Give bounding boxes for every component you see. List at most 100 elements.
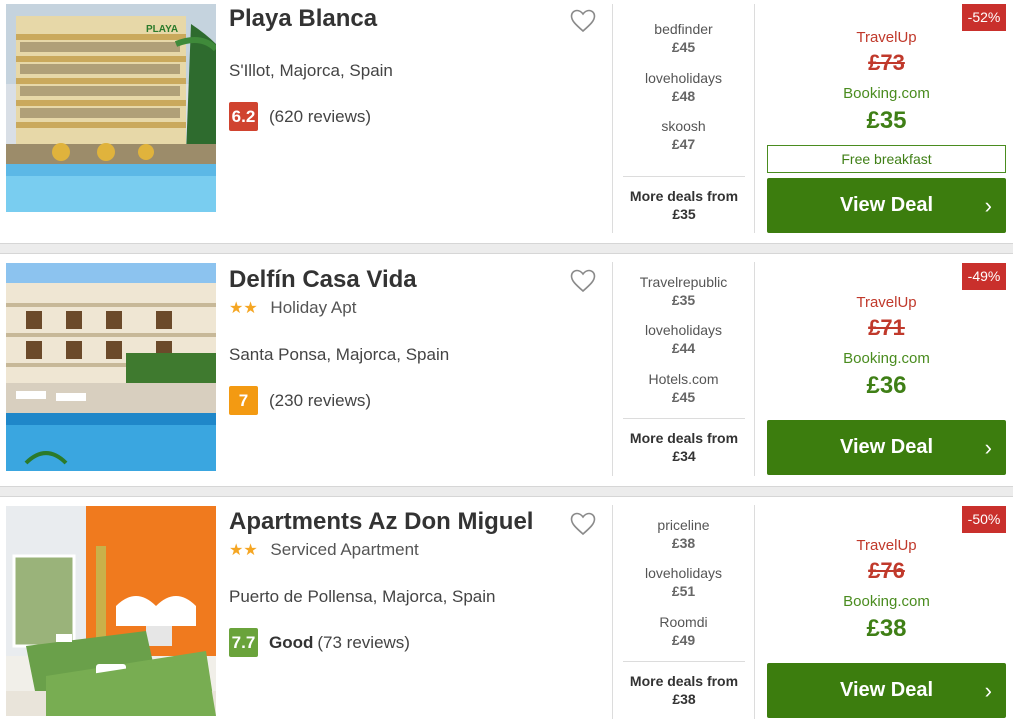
heart-outline-icon[interactable]	[570, 269, 596, 293]
svg-text:PLAYA: PLAYA	[146, 24, 178, 35]
review-count[interactable]: (73 reviews)	[317, 633, 410, 653]
best-price-panel: -49% TravelUp £71 Booking.com £36 View D…	[767, 254, 1006, 484]
deal-price: £51	[671, 583, 696, 599]
discount-badge: -52%	[962, 4, 1006, 31]
hotel-class-row: ★★ Serviced Apartment	[229, 538, 599, 563]
card-separator	[0, 486, 1013, 497]
property-type: Serviced Apartment	[270, 540, 419, 559]
more-deals-price: £35	[672, 206, 696, 222]
more-deals-link[interactable]: More deals from £34	[623, 418, 745, 465]
hotel-card-playa-blanca: PLAYA Playa Blanca S'Illot, Majorca, Spa…	[0, 0, 1013, 243]
more-deals-link[interactable]: More deals from £38	[623, 661, 745, 708]
hotel-name[interactable]: Apartments Az Don Miguel	[229, 508, 599, 536]
deal-price: £44	[671, 340, 696, 356]
was-price: £73	[868, 50, 905, 75]
deal-item[interactable]: Hotels.com £45	[613, 370, 754, 406]
deal-site: bedfinder	[654, 21, 713, 37]
deal-site: Hotels.com	[648, 371, 719, 387]
more-deals-label: More deals from	[629, 188, 739, 204]
was-price-site: TravelUp	[856, 29, 917, 46]
chevron-right-icon: ›	[984, 193, 992, 218]
deal-price: £49	[671, 632, 696, 648]
view-deal-button[interactable]: View Deal ›	[767, 663, 1006, 718]
chevron-right-icon: ›	[984, 435, 992, 460]
was-price-site: TravelUp	[856, 294, 917, 311]
review-score-badge: 7.7	[229, 628, 258, 657]
other-deals-list: bedfinder £45 loveholidays £48 skoosh £4…	[612, 4, 755, 233]
heart-outline-icon[interactable]	[570, 9, 596, 33]
more-deals-label: More deals from	[629, 673, 739, 689]
best-price: £38	[866, 615, 907, 642]
hotel-card-delfin-casa-vida: Delfín Casa Vida ★★ Holiday Apt Santa Po…	[0, 254, 1013, 486]
star-icon: ★★	[229, 300, 258, 317]
discount-badge: -50%	[962, 506, 1006, 533]
was-price: £76	[868, 558, 905, 583]
deal-price: £47	[671, 136, 696, 152]
view-deal-label: View Deal	[839, 679, 934, 701]
heart-outline-icon[interactable]	[570, 512, 596, 536]
review-score-badge: 6.2	[229, 102, 258, 131]
deal-site: loveholidays	[644, 565, 723, 581]
view-deal-button[interactable]: View Deal ›	[767, 420, 1006, 475]
hotel-location: Puerto de Pollensa, Majorca, Spain	[229, 587, 496, 606]
rating-row: 6.2 (620 reviews)	[229, 102, 371, 131]
deal-site: loveholidays	[644, 322, 723, 338]
deal-item[interactable]: loveholidays £44	[613, 321, 754, 357]
hotel-name[interactable]: Delfín Casa Vida	[229, 266, 599, 294]
hotel-name[interactable]: Playa Blanca	[229, 5, 599, 33]
hotel-class-row: ★★ Holiday Apt	[229, 296, 599, 321]
review-count[interactable]: (620 reviews)	[269, 107, 371, 127]
view-deal-label: View Deal	[839, 436, 934, 458]
card-separator	[0, 243, 1013, 254]
deal-price: £48	[671, 88, 696, 104]
was-price-site: TravelUp	[856, 537, 917, 554]
deal-price: £35	[671, 292, 696, 308]
other-deals-list: Travelrepublic £35 loveholidays £44 Hote…	[612, 262, 755, 476]
best-price-panel: -50% TravelUp £76 Booking.com £38 View D…	[767, 497, 1006, 725]
hotel-location: Santa Ponsa, Majorca, Spain	[229, 345, 450, 364]
hotel-location: S'Illot, Majorca, Spain	[229, 61, 393, 80]
deal-price: £45	[671, 39, 696, 55]
hotel-info: Apartments Az Don Miguel ★★ Serviced Apa…	[229, 508, 599, 718]
rating-row: 7 (230 reviews)	[229, 386, 371, 415]
discount-badge: -49%	[962, 263, 1006, 290]
deal-price: £45	[671, 389, 696, 405]
best-price: £35	[866, 107, 907, 134]
deal-item[interactable]: loveholidays £48	[613, 69, 754, 105]
best-price-site: Booking.com	[843, 350, 930, 367]
more-deals-price: £34	[672, 448, 696, 464]
more-deals-label: More deals from	[629, 430, 739, 446]
deal-site: priceline	[657, 517, 710, 533]
best-price-panel: -52% TravelUp £73 Booking.com £35 Free b…	[767, 0, 1006, 240]
review-score-badge: 7	[229, 386, 258, 415]
more-deals-link[interactable]: More deals from £35	[623, 176, 745, 223]
best-price: £36	[866, 372, 907, 399]
view-deal-button[interactable]: View Deal ›	[767, 178, 1006, 233]
deal-item[interactable]: Roomdi £49	[613, 613, 754, 649]
deal-item[interactable]: priceline £38	[613, 516, 754, 552]
deal-item[interactable]: Travelrepublic £35	[613, 273, 754, 309]
view-deal-label: View Deal	[839, 194, 934, 216]
deal-site: Roomdi	[659, 614, 708, 630]
was-price: £71	[868, 315, 905, 340]
best-price-site: Booking.com	[843, 85, 930, 102]
deal-site: loveholidays	[644, 70, 723, 86]
hotel-photo[interactable]	[6, 263, 216, 471]
more-deals-price: £38	[672, 691, 696, 707]
review-count[interactable]: (230 reviews)	[269, 391, 371, 411]
hotel-photo[interactable]	[6, 506, 216, 716]
star-icon: ★★	[229, 542, 258, 559]
deal-item[interactable]: loveholidays £51	[613, 564, 754, 600]
property-type: Holiday Apt	[270, 298, 357, 317]
deal-item[interactable]: skoosh £47	[613, 117, 754, 153]
hotel-photo[interactable]: PLAYA	[6, 4, 216, 212]
chevron-right-icon: ›	[984, 678, 992, 703]
deal-site: skoosh	[661, 118, 706, 134]
hotel-info: Delfín Casa Vida ★★ Holiday Apt Santa Po…	[229, 266, 599, 476]
deal-item[interactable]: bedfinder £45	[613, 20, 754, 56]
deal-price: £38	[671, 535, 696, 551]
rating-row: 7.7 Good (73 reviews)	[229, 628, 410, 657]
hotel-info: Playa Blanca S'Illot, Majorca, Spain 6.2…	[229, 5, 599, 225]
hotel-card-apartments-az-don-miguel: Apartments Az Don Miguel ★★ Serviced Apa…	[0, 497, 1013, 725]
best-price-site: Booking.com	[843, 593, 930, 610]
